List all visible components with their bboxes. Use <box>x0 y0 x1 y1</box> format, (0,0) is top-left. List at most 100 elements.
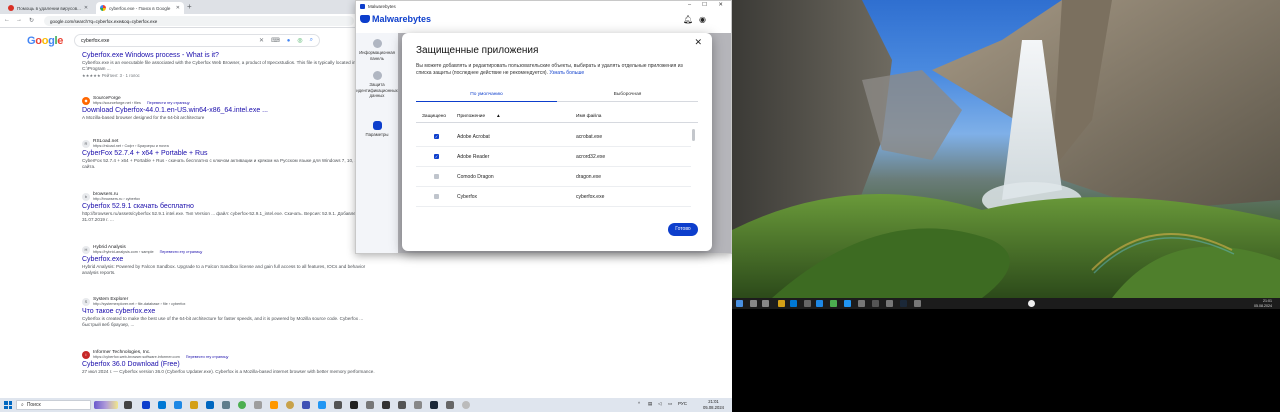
search-icon[interactable]: ⌕ <box>310 37 313 44</box>
learn-more-link[interactable]: Узнать больше <box>549 70 584 76</box>
app-icon[interactable] <box>366 401 374 409</box>
file-explorer-icon[interactable] <box>190 401 198 409</box>
search-icon[interactable] <box>750 300 757 307</box>
sort-arrow-icon[interactable]: ▲ <box>496 114 501 119</box>
windows-start-icon[interactable] <box>4 401 12 409</box>
app-icon[interactable] <box>350 401 358 409</box>
edge-icon[interactable] <box>158 401 166 409</box>
steam-icon[interactable] <box>900 300 907 307</box>
close-tab-icon[interactable]: ✕ <box>176 5 180 11</box>
task-view-icon[interactable] <box>124 401 132 409</box>
translate-link[interactable]: Перевести эту страницу <box>147 101 190 105</box>
lens-icon[interactable]: ◎ <box>297 37 302 44</box>
result-site[interactable]: H Hybrid Analysis https://hybrid-analysi… <box>82 245 382 254</box>
sidebar-item-dashboard[interactable]: Информационная панель <box>356 39 398 61</box>
protected-checkbox[interactable]: ✓ <box>434 134 439 139</box>
taskbar-search-input[interactable]: ⌕ Поиск <box>16 400 91 410</box>
result-site[interactable]: S System Explorer http://systemexplorer.… <box>82 297 382 306</box>
account-icon[interactable]: ◉ <box>699 15 706 24</box>
result-site[interactable]: R RSLoad.net https://rsload.net › Софт ›… <box>82 139 382 148</box>
chrome-icon[interactable] <box>830 300 837 307</box>
clock-right[interactable]: 21:01 05.08.2024 <box>1254 299 1272 308</box>
chrome-active-icon[interactable] <box>286 401 294 409</box>
volume-icon[interactable]: ◁ <box>658 401 661 407</box>
close-tab-icon[interactable]: ✕ <box>84 5 88 11</box>
app-icon[interactable] <box>318 401 326 409</box>
app-icon[interactable] <box>254 401 262 409</box>
close-dialog-icon[interactable]: ✕ <box>694 37 702 48</box>
result-title-link[interactable]: Cyberfox 52.9.1 скачать бесплатно <box>82 203 382 210</box>
app-icon[interactable] <box>804 300 811 307</box>
language-indicator[interactable]: РУС <box>678 401 687 406</box>
google-logo[interactable]: Google <box>27 35 63 47</box>
tray-chevron-icon[interactable]: ^ <box>638 401 640 406</box>
network-icon[interactable]: ▤ <box>648 401 652 407</box>
result-site[interactable]: ◆ SourceForge https://sourceforge.net › … <box>82 96 382 105</box>
chrome-icon[interactable] <box>238 401 246 409</box>
sidebar-item-settings[interactable]: Параметры <box>356 121 398 138</box>
app-icon[interactable] <box>398 401 406 409</box>
windows-start-icon[interactable] <box>736 300 743 307</box>
app-icon[interactable] <box>334 401 342 409</box>
app-icon[interactable] <box>446 401 454 409</box>
tab-custom[interactable]: Выборочная <box>557 89 698 102</box>
gear-icon[interactable] <box>1028 300 1035 307</box>
clock-left[interactable]: 21:01 05.08.2024 <box>703 399 724 410</box>
new-tab-icon[interactable]: + <box>187 2 192 11</box>
translate-link[interactable]: Перевести эту страницу <box>186 355 229 359</box>
result-title-link[interactable]: Что такое cyberfox.exe <box>82 308 382 315</box>
edge-icon[interactable] <box>790 300 797 307</box>
task-view-icon[interactable] <box>762 300 769 307</box>
url-input[interactable]: google.com/search?q=cyberfox.exe&oq=cybe… <box>44 16 354 26</box>
file-explorer-icon[interactable] <box>778 300 785 307</box>
app-icon[interactable] <box>302 401 310 409</box>
forward-icon[interactable]: → <box>16 17 22 23</box>
back-icon[interactable]: ← <box>4 17 10 23</box>
battery-icon[interactable]: ▭ <box>668 401 672 407</box>
result-title-link[interactable]: CyberFox 52.7.4 + x64 + Portable + Rus <box>82 150 382 157</box>
result-title-link[interactable]: Cyberfox.exe Windows process - What is i… <box>82 52 382 59</box>
sidebar-item-identity[interactable]: Защита идентификационных данных <box>356 71 398 99</box>
table-scrollbar[interactable] <box>692 129 695 141</box>
protected-checkbox[interactable] <box>434 194 439 199</box>
bell-icon[interactable]: 🔔︎ <box>683 15 693 24</box>
malwarebytes-taskbar-icon[interactable] <box>142 401 150 409</box>
search-input[interactable]: cyberfox.exe ✕ ⌨ ● ◎ ⌕ <box>74 34 320 47</box>
tab-active[interactable]: cyberfox.exe - Поиск в Google ✕ <box>96 2 184 14</box>
app-icon[interactable] <box>886 300 893 307</box>
result-site[interactable]: b browsers.ru http://browsers.ru › cyber… <box>82 192 382 201</box>
tab-default[interactable]: По умолчанию <box>416 89 557 102</box>
result-title-link[interactable]: Cyberfox.exe <box>82 256 382 263</box>
gear-icon[interactable] <box>462 401 470 409</box>
window-titlebar[interactable]: Malwarebytes – ☐ ✕ <box>356 1 731 12</box>
maximize-icon[interactable]: ☐ <box>702 2 707 8</box>
result-title-link[interactable]: Download Cyberfox-44.0.1.en-US.win64-x86… <box>82 107 382 114</box>
result-site[interactable]: i Informer Technologies, Inc. https://cy… <box>82 350 382 359</box>
protected-checkbox[interactable] <box>434 174 439 179</box>
done-button[interactable]: Готово <box>668 223 698 236</box>
column-app[interactable]: Приложение <box>457 114 485 119</box>
app-icon[interactable] <box>872 300 879 307</box>
close-window-icon[interactable]: ✕ <box>718 2 723 8</box>
steam-icon[interactable] <box>430 401 438 409</box>
minimize-icon[interactable]: – <box>688 2 691 8</box>
protected-checkbox[interactable]: ✓ <box>434 154 439 159</box>
app-icon[interactable] <box>382 401 390 409</box>
translate-link[interactable]: Перевести эту страницу <box>160 250 203 254</box>
keyboard-icon[interactable]: ⌨ <box>271 37 280 44</box>
app-icon[interactable] <box>914 300 921 307</box>
app-icon[interactable] <box>270 401 278 409</box>
mail-icon[interactable] <box>174 401 182 409</box>
tab-inactive[interactable]: Помощь в удалении вирусов... ✕ <box>4 2 92 14</box>
mail-icon[interactable] <box>816 300 823 307</box>
clear-icon[interactable]: ✕ <box>259 37 264 44</box>
app-icon[interactable] <box>844 300 851 307</box>
app-icon[interactable] <box>222 401 230 409</box>
result-title-link[interactable]: Cyberfox 36.0 Download (Free) <box>82 361 382 368</box>
microphone-icon[interactable]: ● <box>287 38 291 44</box>
store-icon[interactable] <box>206 401 214 409</box>
reload-icon[interactable]: ↻ <box>29 17 34 24</box>
app-icon[interactable] <box>414 401 422 409</box>
search-highlight-icon[interactable] <box>94 401 118 409</box>
app-icon[interactable] <box>858 300 865 307</box>
